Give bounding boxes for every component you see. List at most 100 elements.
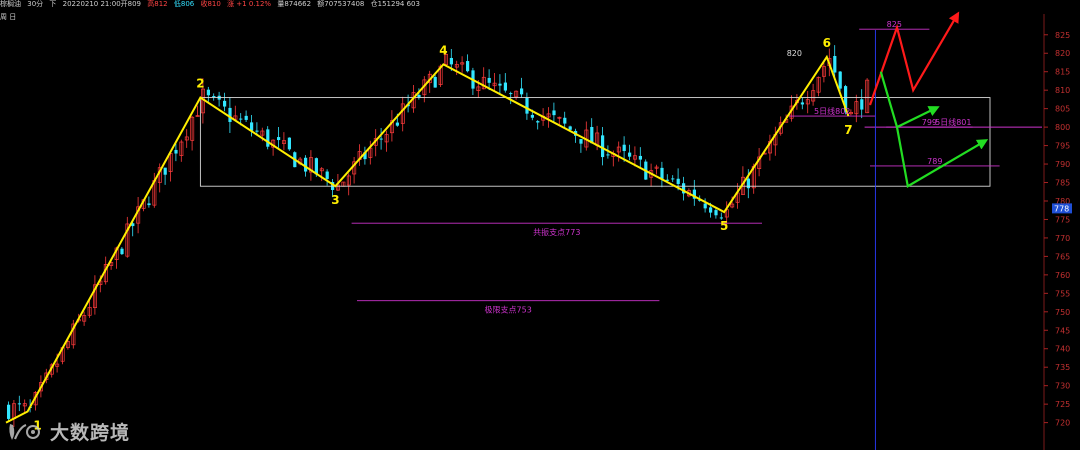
- candle-body: [147, 203, 151, 206]
- candle-body: [379, 138, 383, 140]
- candle-body: [487, 77, 491, 83]
- candle-body: [530, 114, 534, 118]
- candle-body: [703, 203, 707, 209]
- candle-body: [622, 144, 626, 152]
- y-tick-label: 800: [1055, 123, 1070, 132]
- candle-body: [449, 57, 453, 65]
- candle-body: [601, 135, 605, 158]
- candle-body: [466, 61, 470, 72]
- candle-body: [838, 71, 842, 89]
- y-tick-label: 790: [1055, 160, 1070, 169]
- wave-label: 2: [196, 77, 204, 91]
- candle-body: [498, 83, 502, 86]
- y-tick-label: 760: [1055, 271, 1070, 280]
- candle-body: [676, 178, 680, 184]
- annotation-label: 820: [787, 49, 802, 58]
- candle-body: [228, 107, 232, 122]
- candle-body: [579, 139, 583, 144]
- y-tick-label: 720: [1055, 419, 1070, 428]
- candle-body: [17, 403, 21, 405]
- candle-body: [223, 100, 227, 107]
- candle-body: [212, 95, 216, 97]
- candle-body: [520, 88, 524, 95]
- candle-body: [325, 171, 329, 179]
- y-tick-label: 795: [1055, 142, 1070, 151]
- candle-body: [206, 89, 210, 96]
- y-tick-label: 820: [1055, 49, 1070, 58]
- y-tick-label: 735: [1055, 363, 1070, 372]
- y-tick-label: 785: [1055, 179, 1070, 188]
- candle-body: [606, 154, 610, 156]
- candle-body: [503, 82, 507, 91]
- candle-body: [120, 248, 124, 255]
- candle-body: [568, 126, 572, 130]
- wave-label: 6: [823, 36, 831, 50]
- y-tick-label: 825: [1055, 31, 1070, 40]
- wave-path: [5, 54, 850, 424]
- candle-body: [714, 210, 718, 216]
- level-label: 共振支点773: [533, 227, 580, 237]
- y-tick-label: 805: [1055, 105, 1070, 114]
- candle-body: [552, 110, 556, 116]
- level-label: 极限支点753: [485, 305, 532, 315]
- y-tick-label: 745: [1055, 326, 1070, 335]
- candle-body: [860, 99, 864, 110]
- candle-body: [638, 155, 642, 160]
- chart-window: 棕榈油 30分 下 20220210 21:00开809 高812 低806 收…: [0, 0, 1080, 450]
- candle-body: [709, 207, 713, 213]
- candle-body: [563, 117, 567, 124]
- candle-body: [417, 94, 421, 98]
- y-tick-label: 750: [1055, 308, 1070, 317]
- y-tick-label: 770: [1055, 234, 1070, 243]
- level-label: 5日线802: [814, 106, 850, 116]
- candle-body: [266, 129, 270, 147]
- price-axis: 7207257307357407457507557607657707757807…: [1043, 14, 1072, 450]
- candle-body: [628, 152, 632, 157]
- candle-body: [163, 167, 167, 175]
- candle-body: [277, 137, 281, 141]
- level-label: 789: [927, 157, 942, 166]
- candle-body: [287, 137, 291, 150]
- y-tick-label: 810: [1055, 86, 1070, 95]
- y-tick-label: 815: [1055, 68, 1070, 77]
- candle-body: [800, 102, 804, 105]
- candle-body: [525, 97, 529, 114]
- candle-body: [7, 404, 11, 419]
- y-tick-label: 765: [1055, 252, 1070, 261]
- candle-body: [671, 178, 675, 180]
- candle-body: [536, 121, 540, 123]
- candle-body: [395, 122, 399, 126]
- y-tick-label: 730: [1055, 382, 1070, 391]
- level-label: 5日线801: [935, 117, 971, 127]
- y-tick-label: 740: [1055, 345, 1070, 354]
- watermark-text: 大数跨境: [50, 422, 131, 444]
- y-tick-label: 725: [1055, 400, 1070, 409]
- candle-body: [509, 93, 513, 95]
- level-label: 799: [922, 118, 937, 127]
- candle-body: [660, 167, 664, 179]
- range-box: [199, 97, 991, 187]
- wave-line: [5, 54, 850, 424]
- candle-body: [433, 76, 437, 88]
- current-price-label: 778: [1054, 204, 1069, 213]
- level-label: 825: [887, 20, 902, 29]
- y-tick-label: 775: [1055, 215, 1070, 224]
- candle-body: [239, 118, 243, 120]
- candles: [7, 45, 870, 428]
- candle-body: [174, 149, 178, 154]
- wave-label: 5: [720, 219, 728, 233]
- candle-body: [746, 178, 750, 189]
- chart-labels: 共振支点773极限支点7535日线8025日线80182579978912345…: [33, 20, 971, 432]
- candlestick-chart[interactable]: 7207257307357407457507557607657707757807…: [0, 0, 1080, 450]
- candle-body: [833, 55, 837, 73]
- candle-body: [244, 115, 248, 120]
- wave-label: 7: [844, 123, 852, 137]
- candle-body: [304, 157, 308, 172]
- watermark: 大数跨境: [6, 418, 130, 445]
- level-lines: [199, 28, 1042, 450]
- wave-label: 3: [331, 193, 339, 207]
- candle-body: [255, 130, 259, 132]
- y-tick-label: 755: [1055, 289, 1070, 298]
- wave-label: 4: [439, 43, 447, 57]
- dashu-logo-icon: [9, 423, 40, 440]
